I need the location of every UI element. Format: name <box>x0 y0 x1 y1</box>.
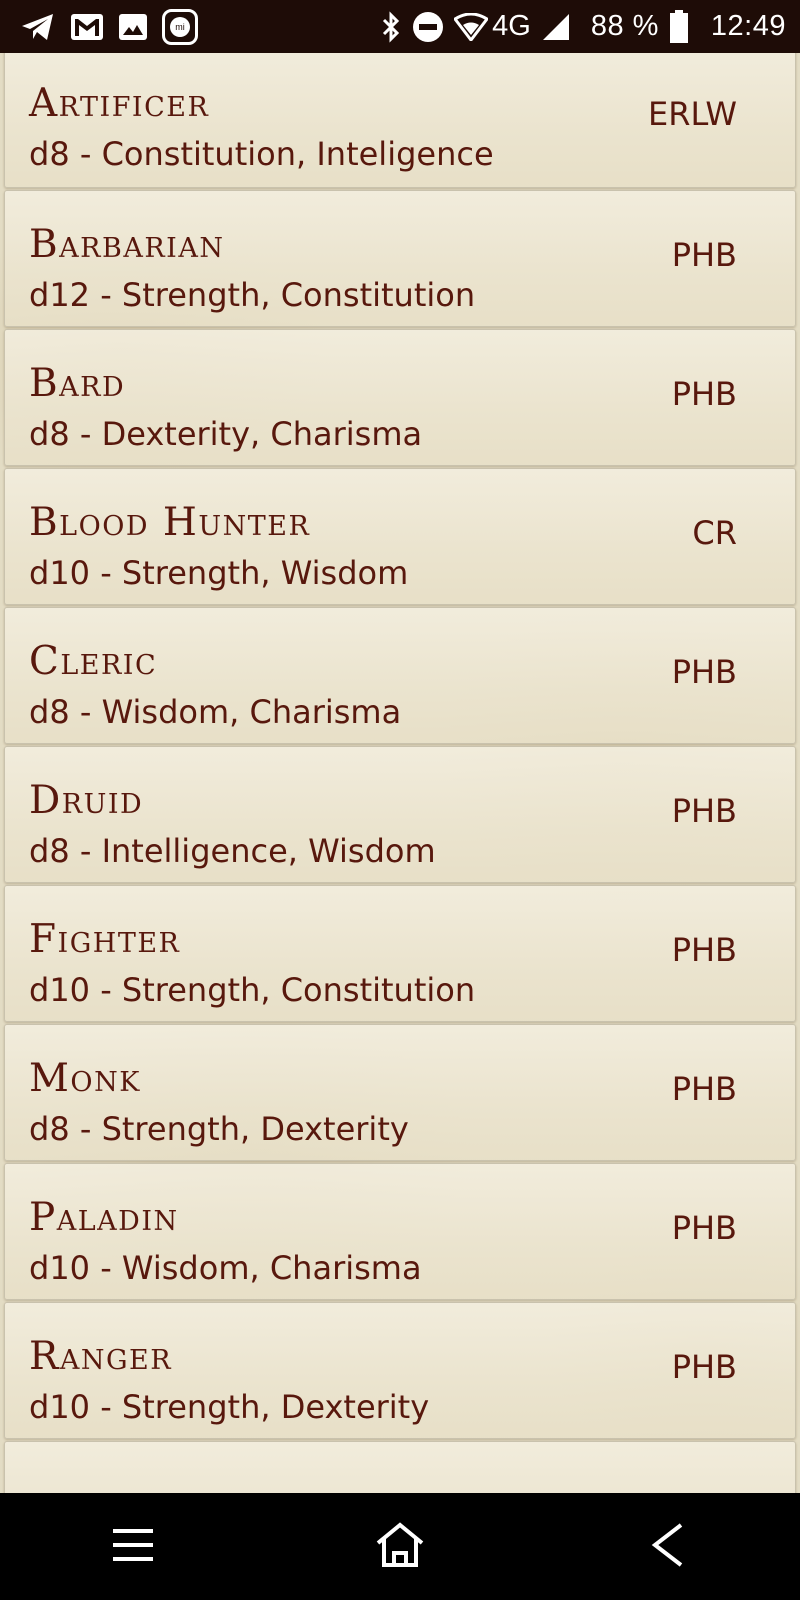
class-list: Artificer d8 - Constitution, Inteligence E… <box>4 53 796 1493</box>
gallery-icon <box>118 13 148 41</box>
clock: 12:49 <box>710 10 786 42</box>
class-list-item[interactable]: Druid d8 - Intelligence, Wisdom PHB <box>4 746 796 883</box>
class-hit-die-and-saves: d8 - Constitution, Inteligence <box>29 135 494 173</box>
telegram-icon <box>20 12 56 42</box>
class-list-item[interactable]: Cleric d8 - Wisdom, Charisma PHB <box>4 607 796 744</box>
network-type: 4G <box>492 10 531 42</box>
status-right-icons: 4G 88 % 12:49 <box>380 9 786 44</box>
class-source-book: PHB <box>671 236 737 274</box>
class-list-item[interactable]: Blood Hunter d10 - Strength, Wisdom CR <box>4 468 796 605</box>
battery-percent: 88 % <box>590 10 659 42</box>
class-hit-die-and-saves: d10 - Strength, Dexterity <box>29 1388 430 1426</box>
class-list-item[interactable]: Ranger d10 - Strength, Dexterity PHB <box>4 1302 796 1439</box>
class-name: Artificer <box>29 81 210 126</box>
class-hit-die-and-saves: d8 - Strength, Dexterity <box>29 1110 409 1148</box>
class-hit-die-and-saves: d10 - Strength, Constitution <box>29 971 476 1009</box>
battery-icon <box>669 9 689 44</box>
class-list-item[interactable]: Fighter d10 - Strength, Constitution PHB <box>4 885 796 1022</box>
class-list-item[interactable]: Bard d8 - Dexterity, Charisma PHB <box>4 329 796 466</box>
class-source-book: PHB <box>671 1348 737 1386</box>
status-bar: mi 4G 88 % 12:49 <box>0 0 800 53</box>
class-hit-die-and-saves: d10 - Strength, Wisdom <box>29 554 409 592</box>
cell-signal-icon <box>541 13 571 41</box>
home-button[interactable] <box>340 1502 460 1592</box>
class-list-item[interactable]: Paladin d10 - Wisdom, Charisma PHB <box>4 1163 796 1300</box>
home-icon <box>374 1521 426 1573</box>
gmail-icon <box>70 13 104 41</box>
wifi-icon <box>454 12 489 41</box>
class-list-item[interactable]: Artificer d8 - Constitution, Inteligence E… <box>4 53 796 188</box>
back-button[interactable] <box>607 1502 727 1592</box>
class-source-book: PHB <box>671 1070 737 1108</box>
do-not-disturb-icon <box>412 11 444 43</box>
class-list-item[interactable]: Barbarian d12 - Strength, Constitution PHB <box>4 190 796 327</box>
class-list-item[interactable]: Monk d8 - Strength, Dexterity PHB <box>4 1024 796 1161</box>
mi-label: mi <box>175 22 185 32</box>
class-source-book: ERLW <box>648 95 737 133</box>
class-hit-die-and-saves: d8 - Intelligence, Wisdom <box>29 832 436 870</box>
class-source-book: CR <box>692 514 737 552</box>
back-icon <box>649 1521 685 1573</box>
class-name: Blood Hunter <box>29 500 311 545</box>
class-source-book: PHB <box>671 375 737 413</box>
bluetooth-icon <box>380 10 402 43</box>
navigation-bar <box>0 1493 800 1600</box>
class-name: Monk <box>29 1056 141 1101</box>
class-source-book: PHB <box>671 1209 737 1247</box>
class-list-container[interactable]: Artificer d8 - Constitution, Inteligence E… <box>0 53 800 1493</box>
screen: mi 4G 88 % 12:49 Artificer d8 - Constitu… <box>0 0 800 1600</box>
class-source-book: PHB <box>671 931 737 969</box>
class-hit-die-and-saves: d10 - Wisdom, Charisma <box>29 1249 422 1287</box>
class-list-item-partial[interactable] <box>4 1441 796 1493</box>
class-name: Ranger <box>29 1334 173 1379</box>
menu-icon <box>111 1525 155 1569</box>
mi-icon: mi <box>162 8 198 45</box>
menu-button[interactable] <box>73 1502 193 1592</box>
class-source-book: PHB <box>671 653 737 691</box>
class-name: Bard <box>29 361 126 406</box>
class-name: Fighter <box>29 917 181 962</box>
class-name: Cleric <box>29 639 158 684</box>
class-hit-die-and-saves: d8 - Dexterity, Charisma <box>29 415 423 453</box>
status-left-icons: mi <box>20 8 198 45</box>
class-name: Barbarian <box>29 222 225 267</box>
class-source-book: PHB <box>671 792 737 830</box>
class-hit-die-and-saves: d8 - Wisdom, Charisma <box>29 693 402 731</box>
class-hit-die-and-saves: d12 - Strength, Constitution <box>29 276 476 314</box>
class-name: Druid <box>29 778 144 823</box>
class-name: Paladin <box>29 1195 179 1240</box>
